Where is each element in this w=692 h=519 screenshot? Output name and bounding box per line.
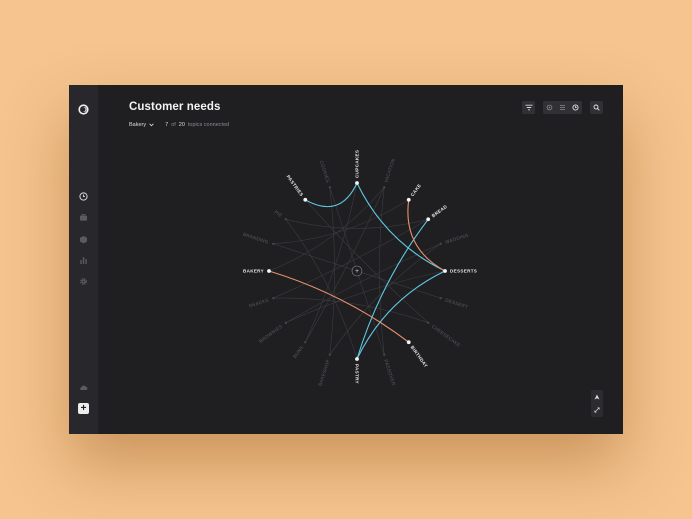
app-window: + Customer needs Bakery 7 of 20 topics c… xyxy=(69,85,623,434)
navigate-up-icon xyxy=(594,394,600,399)
topic-label[interactable]: CAKE xyxy=(410,183,422,197)
connection-line xyxy=(356,182,446,272)
topic-label[interactable]: BIRTHDAY xyxy=(410,345,429,369)
topic-node[interactable] xyxy=(355,357,359,361)
topic-label[interactable]: BRANDING xyxy=(242,232,269,245)
topic-label[interactable]: BUNS xyxy=(292,345,304,359)
expand-icon xyxy=(594,406,600,413)
topic-label[interactable]: BAKESHOP xyxy=(317,359,330,387)
faint-connection xyxy=(268,187,385,272)
topic-label[interactable]: WEDDING xyxy=(445,232,470,244)
topic-node[interactable] xyxy=(426,217,431,222)
navigate-up-button[interactable] xyxy=(591,390,603,403)
topic-node[interactable] xyxy=(304,341,307,344)
expand-button[interactable] xyxy=(591,403,603,416)
faint-connection xyxy=(305,199,429,323)
topic-node[interactable] xyxy=(406,340,411,345)
topic-node[interactable] xyxy=(439,297,442,300)
topic-node[interactable] xyxy=(267,269,271,273)
topic-node[interactable] xyxy=(303,197,308,202)
connection-line xyxy=(356,218,429,360)
topic-label[interactable]: DESSERT xyxy=(445,297,469,309)
topic-node[interactable] xyxy=(284,218,287,221)
topic-node[interactable] xyxy=(427,321,430,324)
topic-node[interactable] xyxy=(328,353,331,356)
topic-network-graph: + CUPCAKES VACATION CAKE BREAD WEDDING DESSERT… xyxy=(242,150,477,387)
topic-node[interactable] xyxy=(443,269,447,273)
topic-label[interactable]: PIE xyxy=(273,209,283,218)
topic-node[interactable] xyxy=(272,297,275,300)
faint-connection xyxy=(329,243,441,355)
topic-label[interactable]: BREAD xyxy=(431,204,449,219)
topic-node[interactable] xyxy=(355,181,359,185)
topic-label[interactable]: BAKERY xyxy=(243,269,264,274)
map-controls xyxy=(591,390,603,417)
center-add-label: + xyxy=(355,268,359,275)
topic-label[interactable]: SNACKS xyxy=(248,297,269,308)
topic-label[interactable]: CUPCAKES xyxy=(355,150,360,178)
topic-label[interactable]: BROWNIES xyxy=(258,324,283,344)
topic-node[interactable] xyxy=(383,353,386,356)
topic-node[interactable] xyxy=(406,197,411,202)
topic-node[interactable] xyxy=(383,186,386,189)
connection-line xyxy=(356,270,446,360)
topic-label[interactable]: PASSOVER xyxy=(383,359,396,387)
topic-node[interactable] xyxy=(272,242,275,245)
topic-label[interactable]: VACATION xyxy=(383,158,396,184)
topic-node[interactable] xyxy=(328,186,331,189)
topic-label[interactable]: DESSERTS xyxy=(450,269,477,274)
topic-label[interactable]: COOKIES xyxy=(319,160,331,183)
topic-label[interactable]: PASTRY xyxy=(354,364,359,384)
topic-node[interactable] xyxy=(439,242,442,245)
topic-label[interactable]: PASTRIES xyxy=(286,174,305,197)
faint-connection xyxy=(285,219,429,229)
topic-label[interactable]: CHEESECAKE xyxy=(431,324,462,348)
topic-node[interactable] xyxy=(284,321,287,324)
